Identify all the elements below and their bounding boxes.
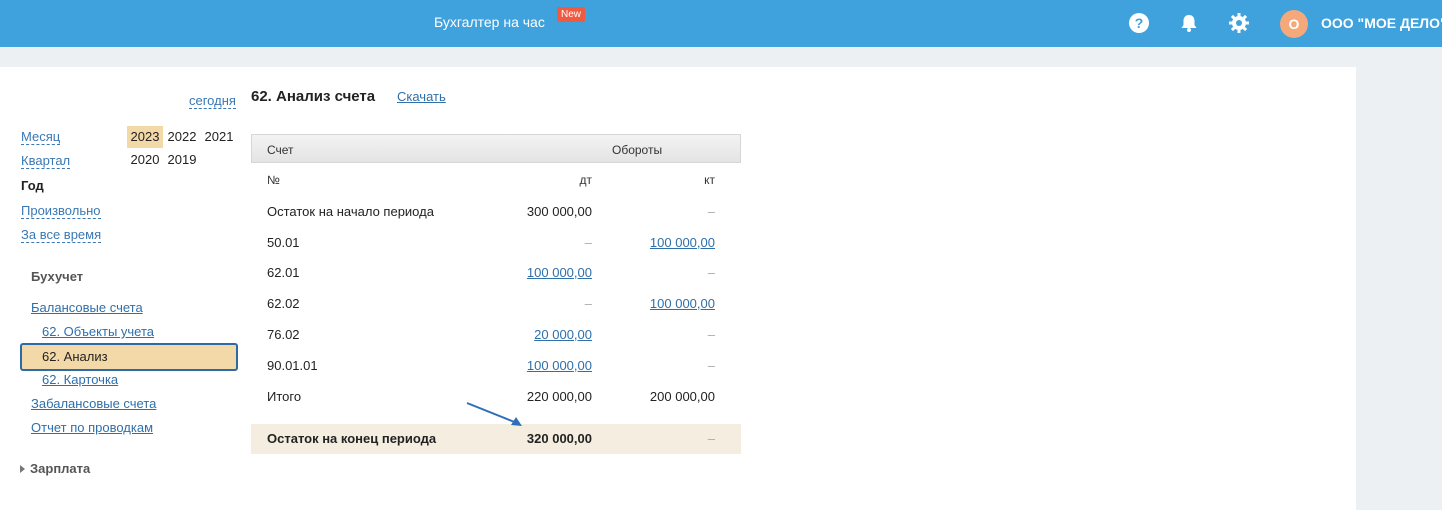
row-account: 50.01 — [267, 235, 300, 250]
content-panel: сегодня Месяц 2023 2022 2021 Квартал 202… — [0, 67, 1356, 510]
row-debit: – — [584, 296, 592, 311]
nav-62-objects[interactable]: 62. Объекты учета — [42, 324, 154, 339]
year-2019[interactable]: 2019 — [164, 149, 200, 171]
row-account: 76.02 — [267, 327, 300, 342]
header-turnover: Обороты — [612, 143, 663, 157]
row-account: 62.02 — [267, 296, 300, 311]
salary-label: Зарплата — [30, 461, 91, 476]
table-row: 62.01 100 000,00 – — [251, 258, 741, 288]
row-credit: – — [707, 204, 715, 219]
period-quarter[interactable]: Квартал — [21, 153, 71, 169]
nav-62-analysis[interactable]: 62. Анализ — [20, 343, 238, 371]
row-debit-link[interactable]: 100 000,00 — [527, 265, 592, 280]
nav-62-card[interactable]: 62. Карточка — [42, 372, 118, 387]
top-bar: Бухгалтер на час New ? О ООО "МОЕ ДЕЛО" — [0, 0, 1442, 47]
year-2020[interactable]: 2020 — [127, 149, 163, 171]
period-custom[interactable]: Произвольно — [21, 203, 101, 219]
table-row: 90.01.01 100 000,00 – — [251, 351, 741, 381]
table-row: 62.02 – 100 000,00 — [251, 289, 741, 319]
row-debit: – — [584, 235, 592, 250]
row-account: 90.01.01 — [267, 358, 318, 373]
row-account: Остаток на начало периода — [267, 204, 434, 219]
row-credit: – — [707, 327, 715, 342]
row-debit-link[interactable]: 100 000,00 — [527, 358, 592, 373]
year-2023[interactable]: 2023 — [127, 126, 163, 148]
section-title-accounting: Бухучет — [31, 269, 84, 284]
total-label: Итого — [267, 389, 302, 404]
expand-triangle-icon — [20, 465, 25, 473]
period-month[interactable]: Месяц — [21, 129, 61, 145]
new-badge: New — [557, 7, 586, 22]
company-name[interactable]: ООО "МОЕ ДЕЛО" — [1321, 15, 1442, 31]
row-account: 62.01 — [267, 265, 300, 280]
account-analysis-table: Счет Обороты № дт кт Остаток на начало п… — [251, 134, 741, 454]
nav-offbalance-accounts[interactable]: Забалансовые счета — [31, 396, 156, 411]
nav-balance-accounts[interactable]: Балансовые счета — [31, 300, 143, 315]
table-header: Счет Обороты — [251, 134, 741, 163]
table-row: Остаток на начало периода 300 000,00 – — [251, 197, 741, 227]
closing-balance-label: Остаток на конец периода — [267, 431, 437, 446]
nav-salary[interactable]: Зарплата — [20, 461, 90, 476]
row-credit-link[interactable]: 100 000,00 — [650, 235, 715, 250]
accountant-hour-link[interactable]: Бухгалтер на час — [434, 14, 545, 30]
period-all-time[interactable]: За все время — [21, 227, 102, 243]
closing-balance-debit: 320 000,00 — [526, 431, 592, 446]
table-row: 76.02 20 000,00 – — [251, 320, 741, 350]
row-debit: 300 000,00 — [526, 204, 592, 219]
subheader-debit: дт — [579, 173, 593, 187]
today-link[interactable]: сегодня — [189, 93, 236, 109]
subheader-row: № дт кт — [251, 166, 741, 196]
row-credit-link[interactable]: 100 000,00 — [650, 296, 715, 311]
row-credit: – — [707, 358, 715, 373]
table-row: 50.01 – 100 000,00 — [251, 228, 741, 258]
total-credit: 200 000,00 — [649, 389, 715, 404]
header-account: Счет — [267, 143, 294, 157]
nav-postings-report[interactable]: Отчет по проводкам — [31, 420, 153, 435]
total-debit: 220 000,00 — [526, 389, 592, 404]
help-icon[interactable]: ? — [1128, 12, 1150, 34]
row-credit: – — [707, 265, 715, 280]
year-2021[interactable]: 2021 — [201, 126, 237, 148]
gear-icon[interactable] — [1228, 12, 1250, 34]
year-2022[interactable]: 2022 — [164, 126, 200, 148]
annotation-arrow-icon — [466, 402, 522, 426]
svg-text:?: ? — [1135, 15, 1144, 31]
avatar[interactable]: О — [1280, 10, 1308, 38]
download-link[interactable]: Скачать — [397, 89, 446, 104]
period-year[interactable]: Год — [21, 178, 44, 193]
row-debit-link[interactable]: 20 000,00 — [534, 327, 592, 342]
subheader-credit: кт — [704, 173, 715, 187]
closing-balance-credit: – — [707, 431, 715, 446]
bell-icon[interactable] — [1178, 12, 1200, 34]
subheader-number: № — [267, 173, 280, 187]
page-title: 62. Анализ счета — [251, 88, 376, 105]
